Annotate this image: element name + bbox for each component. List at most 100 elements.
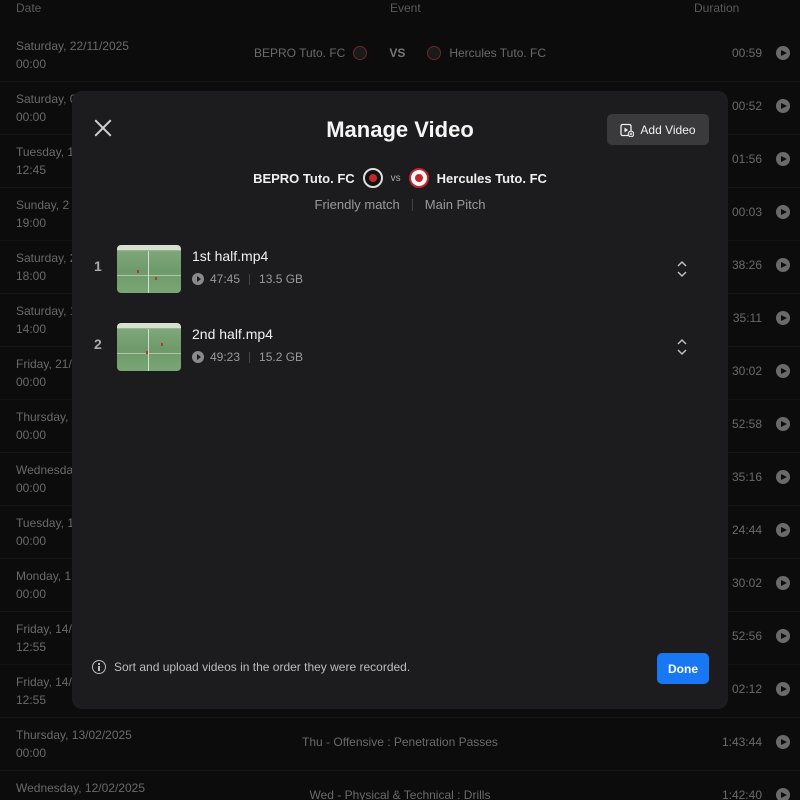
play-icon[interactable] xyxy=(776,788,790,800)
row-duration: 35:16 xyxy=(731,470,762,484)
versus-label: vs xyxy=(390,172,401,184)
video-index: 2 xyxy=(94,336,102,352)
video-filename: 1st half.mp4 xyxy=(192,248,269,264)
divider xyxy=(411,198,413,211)
row-date: Friday, 14/ xyxy=(16,622,72,636)
play-icon[interactable] xyxy=(776,258,790,272)
row-duration: 1:42:40 xyxy=(721,788,762,800)
play-icon[interactable] xyxy=(776,682,790,696)
match-venue: Main Pitch xyxy=(424,197,486,212)
video-duration: 47:45 xyxy=(210,272,241,286)
row-event: BEPRO Tuto. FC VS Hercules Tuto. FC xyxy=(0,46,800,60)
row-time: 19:00 xyxy=(16,216,47,230)
row-duration: 35:11 xyxy=(732,311,762,325)
play-icon xyxy=(192,351,204,363)
column-header-duration: Duration xyxy=(694,1,740,15)
row-duration: 00:03 xyxy=(731,205,762,219)
row-date: Saturday, 2 xyxy=(16,251,77,265)
row-duration: 30:02 xyxy=(731,364,762,378)
row-time: 00:00 xyxy=(16,375,47,389)
row-time: 12:55 xyxy=(16,640,47,654)
row-time: 00:00 xyxy=(16,428,47,442)
row-date: Saturday, 0 xyxy=(16,92,77,106)
play-icon[interactable] xyxy=(776,735,790,749)
video-duration: 49:23 xyxy=(210,350,241,364)
match-teams: BEPRO Tuto. FC vs Hercules Tuto. FC xyxy=(72,168,728,188)
play-icon[interactable] xyxy=(776,417,790,431)
row-date: Saturday, 1 xyxy=(16,304,77,318)
play-icon[interactable] xyxy=(776,470,790,484)
sort-handle-icon[interactable] xyxy=(674,337,690,357)
table-header: Date Event Duration xyxy=(0,0,800,18)
row-time: 00:00 xyxy=(16,534,47,548)
video-filename: 2nd half.mp4 xyxy=(192,326,273,342)
video-index: 1 xyxy=(94,258,102,274)
team-crest-icon xyxy=(353,46,368,60)
match-type: Friendly match xyxy=(314,197,400,212)
table-row[interactable]: Thursday, 13/02/2025 00:00 Thu - Offensiv… xyxy=(0,718,800,771)
row-date: Friday, 21/ xyxy=(16,357,72,371)
manage-video-modal: Manage Video Add Video BEPRO Tuto. FC vs… xyxy=(72,91,728,709)
row-date: Sunday, 2 xyxy=(16,198,70,212)
away-team-name: Hercules Tuto. FC xyxy=(436,170,547,186)
play-icon[interactable] xyxy=(776,99,790,113)
sort-handle-icon[interactable] xyxy=(674,259,690,279)
match-meta: Friendly match Main Pitch xyxy=(72,197,728,212)
video-list-item[interactable]: 1 1st half.mp4 47:45 13.5 GB xyxy=(72,239,728,299)
done-button[interactable]: Done xyxy=(657,653,709,684)
video-list-item[interactable]: 2 2nd half.mp4 49:23 15.2 GB xyxy=(72,317,728,377)
row-time: 12:45 xyxy=(16,163,47,177)
info-note-text: Sort and upload videos in the order they… xyxy=(114,660,411,674)
row-home-team: BEPRO Tuto. FC xyxy=(253,46,346,60)
add-video-button[interactable]: Add Video xyxy=(607,114,709,145)
table-row[interactable]: Saturday, 22/11/2025 00:00 BEPRO Tuto. FC… xyxy=(0,29,800,82)
home-team-crest-icon xyxy=(362,168,383,188)
team-crest-icon xyxy=(427,46,442,60)
row-time: 18:00 xyxy=(16,269,47,283)
video-meta: 47:45 13.5 GB xyxy=(192,272,303,286)
play-icon[interactable] xyxy=(776,576,790,590)
row-duration: 38:26 xyxy=(731,258,762,272)
row-duration: 00:52 xyxy=(731,99,762,113)
video-size: 13.5 GB xyxy=(259,272,304,286)
play-icon[interactable] xyxy=(776,46,790,60)
row-away-team: Hercules Tuto. FC xyxy=(449,46,547,60)
row-duration: 02:12 xyxy=(731,682,762,696)
add-video-icon xyxy=(620,123,635,137)
play-icon[interactable] xyxy=(776,152,790,166)
play-icon[interactable] xyxy=(776,311,790,325)
row-duration: 1:43:44 xyxy=(721,735,762,749)
row-duration: 52:56 xyxy=(731,629,762,643)
play-icon[interactable] xyxy=(776,523,790,537)
info-icon xyxy=(92,660,106,674)
row-date: Monday, 1 xyxy=(16,569,72,583)
row-time: 00:00 xyxy=(16,481,47,495)
row-date: Tuesday, 1 xyxy=(16,516,75,530)
row-date: Wednesda xyxy=(16,463,74,477)
row-duration: 24:44 xyxy=(731,523,762,537)
row-time: 00:00 xyxy=(16,587,47,601)
away-team-crest-icon xyxy=(408,168,429,188)
video-size: 15.2 GB xyxy=(259,350,304,364)
row-event: Thu - Offensive : Penetration Passes xyxy=(302,735,498,749)
play-icon[interactable] xyxy=(776,629,790,643)
divider xyxy=(249,273,251,285)
play-icon[interactable] xyxy=(776,364,790,378)
table-row[interactable]: Wednesday, 12/02/2025 Wed - Physical & T… xyxy=(0,771,800,800)
row-event: Wed - Physical & Technical : Drills xyxy=(309,788,491,800)
home-team-name: BEPRO Tuto. FC xyxy=(253,170,355,186)
video-meta: 49:23 15.2 GB xyxy=(192,350,303,364)
play-icon[interactable] xyxy=(776,205,790,219)
column-header-event: Event xyxy=(390,1,421,15)
row-date: Friday, 14/ xyxy=(16,675,72,689)
divider xyxy=(249,351,251,363)
info-note: Sort and upload videos in the order they… xyxy=(92,660,410,674)
video-thumbnail xyxy=(117,245,181,293)
row-duration: 52:58 xyxy=(731,417,762,431)
row-time: 00:00 xyxy=(16,110,47,124)
row-date: Tuesday, 1 xyxy=(16,145,75,159)
row-duration: 30:02 xyxy=(731,576,762,590)
add-video-label: Add Video xyxy=(640,122,696,137)
row-time: 12:55 xyxy=(16,693,47,707)
row-time: 14:00 xyxy=(16,322,47,336)
